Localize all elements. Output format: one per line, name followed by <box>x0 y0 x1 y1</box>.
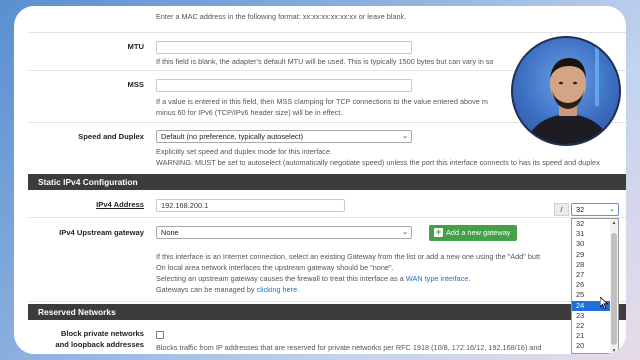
mss-input[interactable] <box>156 79 412 92</box>
gateway-label: IPv4 Upstream gateway <box>59 228 144 237</box>
block-private-label-line2: and loopback addresses <box>55 340 144 349</box>
gateway-help-line3: Selecting an upstream gateway causes the… <box>156 274 470 285</box>
wan-type-interface-link[interactable]: WAN type interface <box>406 274 469 283</box>
speed-duplex-select[interactable]: Default (no preference, typically autose… <box>156 130 412 143</box>
scrollbar-thumb[interactable] <box>611 233 617 345</box>
reserved-networks-header: Reserved Networks <box>28 304 626 320</box>
gateway-selected: None <box>161 228 179 237</box>
block-private-help: Blocks traffic from IP addresses that ar… <box>156 343 542 352</box>
mss-help-line1: If a value is entered in this field, the… <box>156 97 488 106</box>
cidr-selected: 32 <box>576 205 585 214</box>
mss-help-line2: minus 60 for IPv6 (TCP/IPv6 header size)… <box>156 108 343 117</box>
gateway-help-line3-text: Selecting an upstream gateway causes the… <box>156 274 406 283</box>
speed-duplex-help-line2: WARNING: MUST be set to autoselect (auto… <box>156 158 600 167</box>
speed-duplex-help-line1: Explicitly set speed and duplex mode for… <box>156 147 333 156</box>
chevron-down-icon: ⌄ <box>402 133 408 140</box>
gateway-select[interactable]: None ⌄ <box>156 226 412 239</box>
mtu-help: If this field is blank, the adapter's de… <box>156 57 494 66</box>
mtu-input[interactable] <box>156 41 412 54</box>
manage-gateways-link[interactable]: clicking here <box>257 285 298 294</box>
cidr-select[interactable]: 32 ⌄ <box>571 203 619 216</box>
mac-row: Enter a MAC address in the following for… <box>28 6 626 33</box>
gateway-help-line3-end: . <box>468 274 471 283</box>
presenter-avatar <box>524 46 612 144</box>
static-ipv4-header: Static IPv4 Configuration <box>28 174 626 190</box>
speed-duplex-label: Speed and Duplex <box>78 132 144 141</box>
mtu-label: MTU <box>127 42 144 51</box>
add-gateway-label: Add a new gateway <box>446 228 511 237</box>
gateway-help-line4-end: . <box>297 285 300 294</box>
plus-icon: + <box>434 227 443 237</box>
block-private-label-line1: Block private networks <box>60 329 144 338</box>
chevron-down-icon: ⌄ <box>402 229 408 236</box>
mac-help: Enter a MAC address in the following for… <box>156 12 407 21</box>
mss-label: MSS <box>127 80 144 89</box>
add-gateway-button[interactable]: + Add a new gateway <box>429 225 517 241</box>
browser-frame: Enter a MAC address in the following for… <box>14 6 626 354</box>
gateway-help-line2: On local area network interfaces the ups… <box>156 263 394 272</box>
gateway-row: IPv4 Upstream gateway None ⌄ If this int… <box>28 218 626 302</box>
cidr-slash: / <box>554 203 569 216</box>
chevron-down-icon: ⌄ <box>609 206 615 213</box>
ipv4-address-row: IPv4 Address 192.168.200.1 <box>28 190 626 218</box>
webcam-overlay <box>511 36 621 146</box>
ipv4-address-input[interactable]: 192.168.200.1 <box>156 199 345 212</box>
block-private-row: Block private networks and loopback addr… <box>28 320 626 354</box>
gateway-help-line4-text: Gateways can be managed by <box>156 285 257 294</box>
gateway-help-line4: Gateways can be managed by clicking here… <box>156 285 299 296</box>
mouse-cursor-icon <box>600 297 608 309</box>
scroll-up-arrow-icon[interactable]: ▲ <box>611 220 617 226</box>
speed-duplex-selected: Default (no preference, typically autose… <box>161 132 304 141</box>
dropdown-scrollbar[interactable]: ▲ ▼ <box>610 219 618 353</box>
gateway-help-line1: If this interface is an Internet connect… <box>156 252 541 261</box>
block-private-checkbox[interactable] <box>156 331 164 339</box>
cidr-dropdown-list[interactable]: 3231302928272625242322212019 ▲ ▼ <box>571 218 619 354</box>
ipv4-address-label: IPv4 Address <box>96 200 144 209</box>
